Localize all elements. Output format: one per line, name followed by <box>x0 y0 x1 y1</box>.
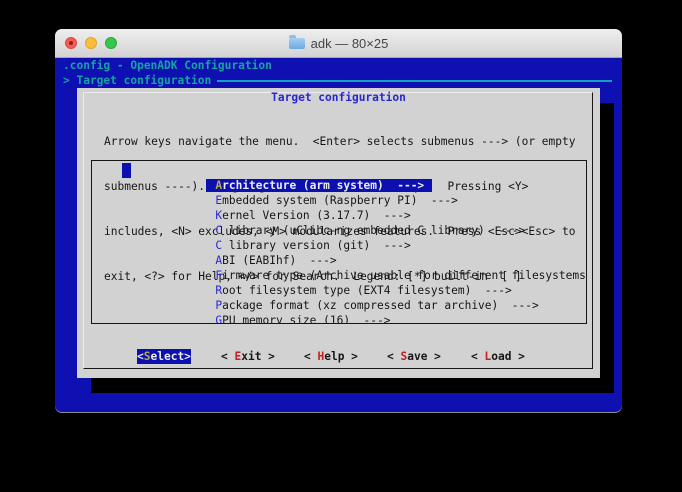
menu-item-abi[interactable]: ABI (EABIhf) ---> <box>92 238 586 253</box>
minimize-button[interactable] <box>85 37 97 49</box>
cursor-block <box>122 163 131 178</box>
target-configuration-dialog: Target configuration Arrow keys navigate… <box>77 88 600 378</box>
menu-item-firmware-type[interactable]: Firmware type (Archive usable for differ… <box>92 253 586 268</box>
window-title: adk — 80×25 <box>289 36 389 51</box>
config-header: .config - OpenADK Configuration <box>63 58 272 73</box>
dialog-title: Target configuration <box>77 90 600 105</box>
menu-item-embedded-system[interactable]: Embedded system (Raspberry PI) ---> <box>92 178 586 193</box>
menu-item-c-library-version[interactable]: C library version (git) ---> <box>92 223 586 238</box>
window-titlebar: adk — 80×25 <box>55 29 622 58</box>
menu-item-root-filesystem-type[interactable]: Root filesystem type (EXT4 filesystem) -… <box>92 268 586 283</box>
instruction-line: Arrow keys navigate the menu. <Enter> se… <box>104 134 575 149</box>
terminal-screen: .config - OpenADK Configuration > Target… <box>55 57 622 412</box>
menu-item-c-library[interactable]: C library (uClibc-ng embedded C library)… <box>92 208 586 223</box>
save-button[interactable]: < Save > <box>387 349 441 364</box>
breadcrumb: > Target configuration <box>63 73 211 88</box>
help-button[interactable]: < Help > <box>304 349 358 364</box>
breadcrumb-line: > Target configuration <box>63 73 614 88</box>
folder-icon <box>289 38 305 49</box>
exit-button[interactable]: < Exit > <box>221 349 275 364</box>
terminal-window: adk — 80×25 .config - OpenADK Configurat… <box>55 29 622 412</box>
breadcrumb-rule <box>217 80 612 88</box>
menu-item-architecture[interactable]: Architecture (arm system) ---> <box>92 163 586 178</box>
select-button[interactable]: <Select> <box>137 349 191 364</box>
load-button[interactable]: < Load > <box>471 349 525 364</box>
menu-item-label: GPU memory size (16) ---> <box>215 314 390 324</box>
window-title-text: adk — 80×25 <box>311 36 389 51</box>
menu-item-gpu-memory-size[interactable]: GPU memory size (16) ---> <box>92 298 586 313</box>
menu-list: Architecture (arm system) ---> Embedded … <box>91 160 587 324</box>
close-button[interactable] <box>65 37 77 49</box>
menu-item-package-format[interactable]: Package format (xz compressed tar archiv… <box>92 283 586 298</box>
menu-item-kernel-version[interactable]: Kernel Version (3.17.7) ---> <box>92 193 586 208</box>
zoom-button[interactable] <box>105 37 117 49</box>
traffic-lights <box>65 37 117 49</box>
